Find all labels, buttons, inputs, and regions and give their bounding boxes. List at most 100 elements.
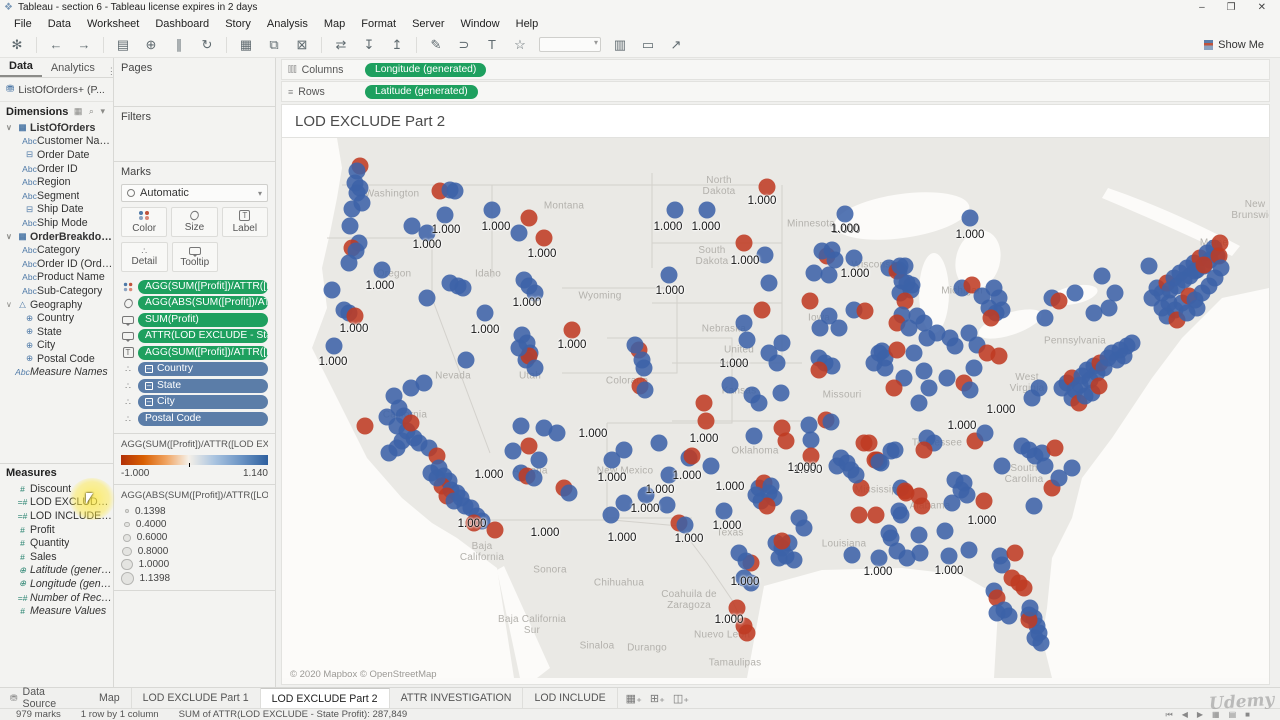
map-mark[interactable]	[890, 502, 908, 520]
fit-selector-icon[interactable]: ▥	[611, 37, 629, 53]
map-mark[interactable]	[1036, 309, 1054, 327]
map-mark[interactable]	[1025, 497, 1043, 515]
map-mark[interactable]	[773, 532, 791, 550]
map-mark[interactable]	[750, 394, 768, 412]
detail-shelf-icon[interactable]: ∴	[121, 381, 135, 390]
menu-dashboard[interactable]: Dashboard	[147, 17, 217, 31]
size-button[interactable]: Size	[171, 207, 218, 237]
map-mark[interactable]	[843, 546, 861, 564]
pill-country[interactable]: – Country	[138, 362, 268, 377]
map-mark[interactable]	[738, 624, 756, 642]
map-mark[interactable]	[870, 549, 888, 567]
collapse-hierarchy-icon[interactable]: –	[145, 398, 153, 407]
map-mark[interactable]	[735, 234, 753, 252]
dimension-field-order-id-order[interactable]: Abc Order ID (Order...	[0, 257, 113, 271]
map-mark[interactable]	[745, 427, 763, 445]
map-mark[interactable]	[810, 361, 828, 379]
map-view[interactable]: Washington Montana North Dakota South Dakot…	[281, 137, 1270, 685]
map-mark[interactable]	[735, 314, 753, 332]
tab-data-source[interactable]: ⛃ Data Source	[0, 686, 88, 710]
map-mark[interactable]	[915, 362, 933, 380]
measure-field-profit[interactable]: # Profit	[0, 523, 113, 537]
menu-map[interactable]: Map	[316, 17, 353, 31]
detail-shelf-icon[interactable]: ∴	[121, 365, 135, 374]
label-button[interactable]: T Label	[221, 207, 268, 237]
map-mark[interactable]	[454, 279, 472, 297]
dimension-field-product-name[interactable]: Abc Product Name	[0, 271, 113, 285]
map-mark[interactable]	[905, 344, 923, 362]
map-mark[interactable]	[885, 379, 903, 397]
pill-agg-abs-sum-profit-at[interactable]: AGG(ABS(SUM([Profit])/AT..	[138, 296, 268, 311]
map-mark[interactable]	[830, 319, 848, 337]
dimension-field-geography[interactable]: ∨ △ Geography	[0, 298, 113, 312]
new-worksheet-icon[interactable]: ▦	[237, 37, 255, 53]
map-mark[interactable]	[940, 547, 958, 565]
redo-icon[interactable]: →	[75, 37, 93, 52]
map-mark[interactable]	[800, 416, 818, 434]
tooltip-shelf-icon[interactable]	[121, 332, 135, 343]
dimension-field-customer-name[interactable]: Abc Customer Name	[0, 135, 113, 149]
tab-data[interactable]: Data	[0, 57, 42, 77]
dimension-field-postal-code[interactable]: ⊕ Postal Code	[0, 352, 113, 366]
map-mark[interactable]	[777, 432, 795, 450]
sheet-tab-map[interactable]: Map	[88, 688, 132, 708]
map-mark[interactable]	[867, 506, 885, 524]
map-mark[interactable]	[828, 457, 846, 475]
map-mark[interactable]	[1140, 257, 1158, 275]
dimension-field-orderbreakdown[interactable]: ∨ ▦ OrderBreakdown	[0, 230, 113, 244]
dimension-field-order-date[interactable]: ⊟ Order Date	[0, 148, 113, 162]
tab-analytics[interactable]: Analytics	[42, 59, 104, 77]
map-mark[interactable]	[535, 229, 553, 247]
run-update-icon[interactable]: ↻	[198, 37, 216, 53]
map-mark[interactable]	[910, 394, 928, 412]
map-mark[interactable]	[666, 201, 684, 219]
map-mark[interactable]	[525, 469, 543, 487]
map-mark[interactable]	[1123, 334, 1141, 352]
map-mark[interactable]	[845, 249, 863, 267]
pane-options-icon[interactable]: ⋮	[104, 66, 119, 77]
map-mark[interactable]	[952, 481, 970, 499]
color-legend[interactable]: AGG(SUM([Profit])/ATTR([LOD EXCL... -1.0…	[114, 434, 275, 485]
map-mark[interactable]	[436, 206, 454, 224]
map-mark[interactable]	[903, 276, 921, 294]
map-mark[interactable]	[1021, 599, 1039, 617]
map-mark[interactable]	[982, 309, 1000, 327]
map-mark[interactable]	[1195, 256, 1213, 274]
prev-page-icon[interactable]: ◀	[1182, 710, 1188, 720]
pill-city[interactable]: – City	[138, 395, 268, 410]
map-mark[interactable]	[1050, 469, 1068, 487]
map-mark[interactable]	[753, 301, 771, 319]
map-mark[interactable]	[856, 302, 874, 320]
pill-postal-code[interactable]: Postal Code	[138, 411, 268, 426]
map-mark[interactable]	[910, 526, 928, 544]
map-mark[interactable]	[961, 381, 979, 399]
map-mark[interactable]	[990, 347, 1008, 365]
size-legend-item[interactable]: 0.6000	[121, 531, 268, 544]
map-mark[interactable]	[898, 549, 916, 567]
map-mark[interactable]	[721, 376, 739, 394]
tooltip-shelf-icon[interactable]	[121, 315, 135, 326]
map-mark[interactable]	[695, 394, 713, 412]
tooltip-button[interactable]: Tooltip	[171, 242, 219, 272]
map-mark[interactable]	[602, 506, 620, 524]
map-mark[interactable]	[702, 457, 720, 475]
measure-field-quantity[interactable]: # Quantity	[0, 536, 113, 550]
map-mark[interactable]	[486, 521, 504, 539]
expand-caret-icon[interactable]: ∨	[6, 300, 15, 309]
pill-agg-sum-profit-attr-l[interactable]: AGG(SUM([Profit])/ATTR([L..	[138, 345, 268, 360]
map-mark[interactable]	[811, 319, 829, 337]
size-legend-item[interactable]: 0.1398	[121, 505, 268, 518]
map-mark[interactable]	[1093, 267, 1111, 285]
map-mark[interactable]	[946, 337, 964, 355]
fix-axes-icon[interactable]: ☆	[511, 37, 529, 53]
expand-caret-icon[interactable]: ∨	[6, 123, 15, 132]
map-mark[interactable]	[760, 344, 778, 362]
sheet-tab-lod-exclude-part-1[interactable]: LOD EXCLUDE Part 1	[132, 688, 261, 708]
detail-shelf-icon[interactable]: ∴	[121, 414, 135, 423]
dimension-field-sub-category[interactable]: Abc Sub-Category	[0, 284, 113, 298]
size-shelf-icon[interactable]	[121, 297, 135, 310]
map-mark[interactable]	[836, 205, 854, 223]
type-in-shelf-combo[interactable]	[539, 37, 601, 52]
dimensions-menu-icon[interactable]: ▾	[100, 106, 107, 116]
map-mark[interactable]	[1188, 299, 1206, 317]
